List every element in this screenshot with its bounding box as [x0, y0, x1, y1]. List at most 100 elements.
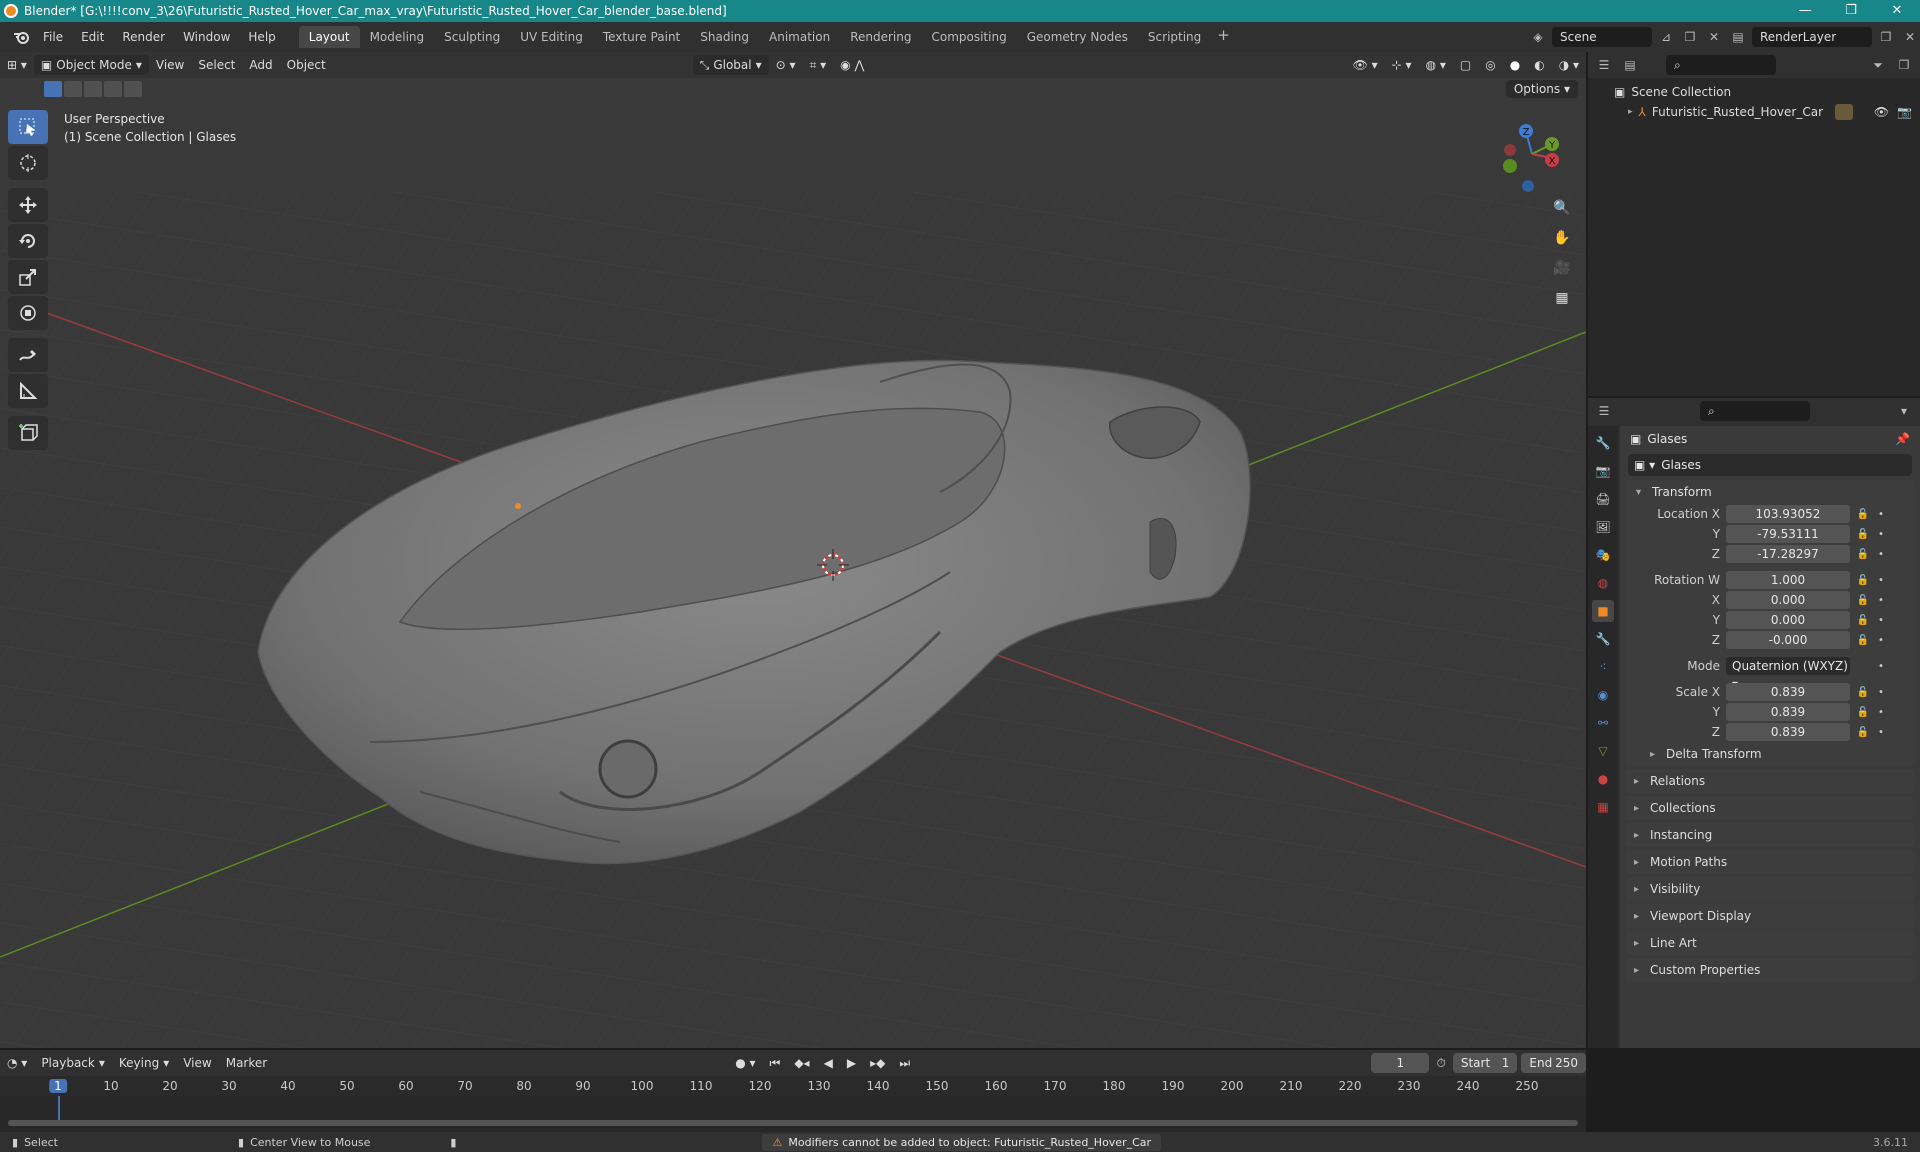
tab-scripting[interactable]: Scripting	[1138, 26, 1211, 48]
tab-animation[interactable]: Animation	[759, 26, 840, 48]
delete-scene-icon[interactable]: ✕	[1704, 27, 1724, 47]
next-keyframe-icon[interactable]: ▸◆	[863, 1053, 892, 1073]
select-invert-icon[interactable]	[104, 81, 122, 97]
rotation-y-field[interactable]: 0.000	[1726, 611, 1850, 629]
keyframe-dot-icon[interactable]: •	[1872, 635, 1890, 646]
pivot-point-button[interactable]: ⊙ ▾	[769, 55, 803, 75]
viewport-scene[interactable]	[0, 52, 1586, 1048]
lock-icon[interactable]: 🔓	[1854, 509, 1872, 520]
keyframe-dot-icon[interactable]: •	[1872, 529, 1890, 540]
cursor-tool[interactable]	[8, 146, 48, 180]
rotation-w-field[interactable]: 1.000	[1726, 571, 1850, 589]
keyframe-dot-icon[interactable]: •	[1872, 687, 1890, 698]
new-view-layer-icon[interactable]: ❐	[1876, 27, 1896, 47]
pin-icon[interactable]: ⊿	[1656, 27, 1676, 47]
eye-visibility-icon[interactable]: 👁	[1874, 105, 1889, 119]
shading-solid-icon[interactable]: ●	[1503, 55, 1527, 75]
material-tab-icon[interactable]: ●	[1592, 768, 1614, 790]
ortho-grid-icon[interactable]: ▦	[1548, 284, 1576, 312]
menu-view[interactable]: View	[149, 55, 191, 75]
keyframe-dot-icon[interactable]: •	[1872, 615, 1890, 626]
display-mode-icon[interactable]: ▤	[1620, 55, 1640, 75]
menu-marker[interactable]: Marker	[219, 1053, 274, 1073]
collections-panel[interactable]: ▸ Collections	[1626, 796, 1914, 820]
annotate-tool[interactable]	[8, 338, 48, 372]
menu-playback[interactable]: Playback ▾	[34, 1053, 112, 1073]
scale-y-field[interactable]: 0.839	[1726, 703, 1850, 721]
menu-window[interactable]: Window	[174, 30, 239, 44]
world-tab-icon[interactable]: ◍	[1592, 572, 1614, 594]
options-dropdown[interactable]: Options ▾	[1505, 80, 1578, 98]
properties-options-icon[interactable]: ▾	[1894, 401, 1914, 421]
menu-add[interactable]: Add	[242, 55, 279, 75]
keyframe-dot-icon[interactable]: •	[1872, 707, 1890, 718]
modifier-tab-icon[interactable]: 🔧	[1592, 628, 1614, 650]
location-x-field[interactable]: 103.93052	[1726, 505, 1850, 523]
location-y-field[interactable]: -79.53111	[1726, 525, 1850, 543]
play-icon[interactable]: ▶	[840, 1053, 863, 1073]
lock-icon[interactable]: 🔓	[1854, 529, 1872, 540]
tab-geometry-nodes[interactable]: Geometry Nodes	[1017, 26, 1138, 48]
properties-search-input[interactable]: ⌕	[1700, 401, 1810, 421]
rotation-z-field[interactable]: -0.000	[1726, 631, 1850, 649]
tab-layout[interactable]: Layout	[298, 26, 360, 48]
view-layer-tab-icon[interactable]: 🖼	[1592, 516, 1614, 538]
3d-viewport[interactable]: ⊞ ▾ ▣ Object Mode ▾ View Select Add Obje…	[0, 52, 1586, 1048]
record-keyframe-icon[interactable]: ● ▾	[728, 1053, 762, 1073]
xray-toggle-icon[interactable]: ▢	[1453, 55, 1478, 75]
gizmo-toggle-icon[interactable]: ⊹ ▾	[1385, 55, 1419, 75]
visibility-toggle-icon[interactable]: 👁 ▾	[1346, 55, 1385, 75]
tab-uv-editing[interactable]: UV Editing	[510, 26, 593, 48]
visibility-panel[interactable]: ▸ Visibility	[1626, 877, 1914, 901]
keyframe-dot-icon[interactable]: •	[1872, 595, 1890, 606]
constraints-tab-icon[interactable]: ⚯	[1592, 712, 1614, 734]
zoom-icon[interactable]: 🔍	[1548, 194, 1576, 222]
data-tab-icon[interactable]: ▽	[1592, 740, 1614, 762]
new-collection-icon[interactable]: ❐	[1894, 55, 1914, 75]
lock-icon[interactable]: 🔓	[1854, 549, 1872, 560]
minimize-button[interactable]: —	[1782, 0, 1828, 22]
rotation-x-field[interactable]: 0.000	[1726, 591, 1850, 609]
shading-material-icon[interactable]: ◐	[1527, 55, 1551, 75]
jump-start-icon[interactable]: ⏮	[763, 1053, 788, 1073]
pin-icon[interactable]: 📌	[1895, 432, 1910, 446]
menu-timeline-view[interactable]: View	[176, 1053, 218, 1073]
blender-logo-icon[interactable]	[8, 27, 34, 47]
menu-edit[interactable]: Edit	[72, 30, 113, 44]
tab-shading[interactable]: Shading	[690, 26, 759, 48]
lock-icon[interactable]: 🔓	[1854, 727, 1872, 738]
scene-icon[interactable]: ◈	[1528, 27, 1548, 47]
tab-texture-paint[interactable]: Texture Paint	[593, 26, 690, 48]
scene-name-field[interactable]: Scene	[1552, 27, 1652, 47]
camera-view-icon[interactable]: 🎥	[1548, 254, 1576, 282]
physics-tab-icon[interactable]: ◉	[1592, 684, 1614, 706]
particles-tab-icon[interactable]: ⁖	[1592, 656, 1614, 678]
lock-icon[interactable]: 🔓	[1854, 575, 1872, 586]
snap-toggle-icon[interactable]: ⌗ ▾	[803, 55, 834, 75]
texture-tab-icon[interactable]: ▦	[1592, 796, 1614, 818]
start-frame-field[interactable]: Start 1	[1452, 1053, 1518, 1073]
lock-icon[interactable]: 🔓	[1854, 707, 1872, 718]
view-layer-icon[interactable]: ▤	[1728, 27, 1748, 47]
select-subtract-icon[interactable]	[84, 81, 102, 97]
new-scene-icon[interactable]: ❐	[1680, 27, 1700, 47]
outliner-editor-icon[interactable]: ☰	[1594, 55, 1614, 75]
add-workspace-button[interactable]: +	[1211, 26, 1236, 48]
output-tab-icon[interactable]: 🖨	[1592, 488, 1614, 510]
motion-paths-panel[interactable]: ▸ Motion Paths	[1626, 850, 1914, 874]
jump-end-icon[interactable]: ⏭	[892, 1053, 917, 1073]
move-tool[interactable]	[8, 188, 48, 222]
end-frame-field[interactable]: End 250	[1521, 1053, 1587, 1073]
navigation-gizmo[interactable]: Z Y X	[1496, 114, 1576, 194]
object-type-icon[interactable]: ▣ ▾	[1634, 458, 1655, 472]
menu-file[interactable]: File	[34, 30, 72, 44]
select-intersect-icon[interactable]	[124, 81, 142, 97]
filter-icon[interactable]: ⏷	[1868, 55, 1888, 75]
view-layer-field[interactable]: RenderLayer	[1752, 27, 1872, 47]
instancing-panel[interactable]: ▸ Instancing	[1626, 823, 1914, 847]
render-tab-icon[interactable]: 📷	[1592, 460, 1614, 482]
scene-collection-row[interactable]: ▣ Scene Collection	[1588, 82, 1920, 102]
viewport-display-panel[interactable]: ▸ Viewport Display	[1626, 904, 1914, 928]
expand-arrow-icon[interactable]: ▸	[1628, 107, 1633, 117]
tab-compositing[interactable]: Compositing	[921, 26, 1016, 48]
